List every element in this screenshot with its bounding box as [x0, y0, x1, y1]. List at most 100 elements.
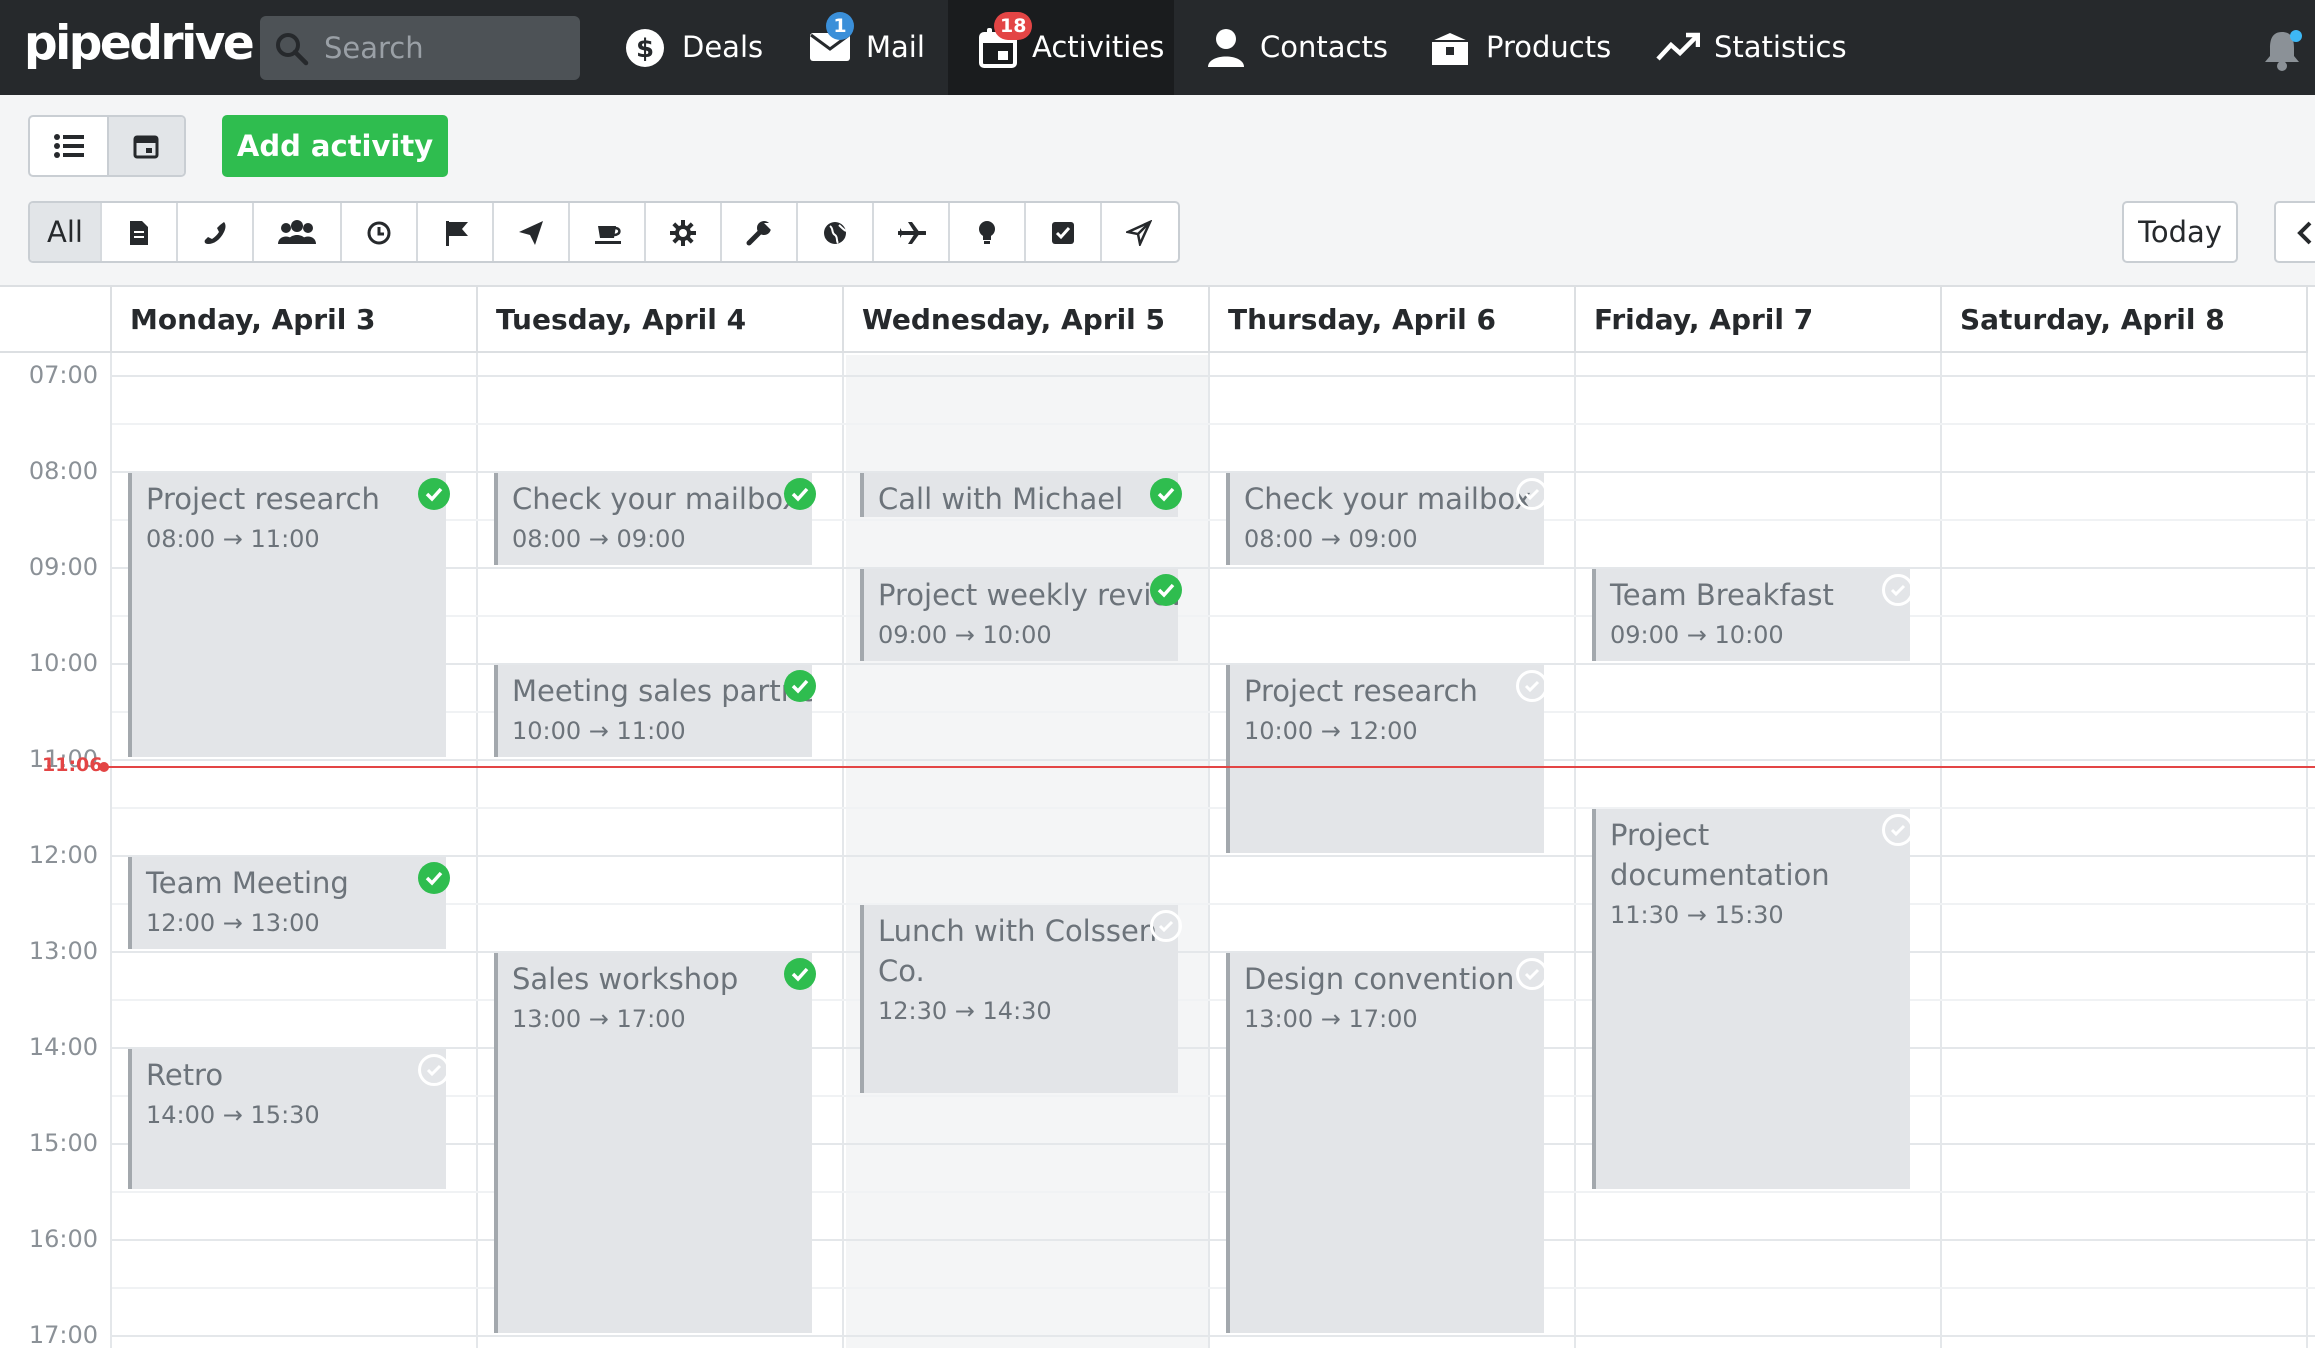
document-icon [130, 221, 148, 245]
event-title: Project weekly review [878, 578, 1178, 612]
search-placeholder: Search [324, 31, 424, 65]
hour-label: 07:00 [28, 361, 98, 389]
calendar-event[interactable]: Team Breakfast 09:00 → 10:00 [1592, 569, 1910, 661]
calendar-event[interactable]: Design convention 13:00 → 17:00 [1226, 953, 1544, 1333]
filter-idea-button[interactable] [950, 203, 1026, 261]
activities-badge: 18 [994, 12, 1033, 40]
done-check-icon[interactable] [1150, 574, 1182, 606]
event-title: Retro [146, 1058, 224, 1092]
hour-gridline [112, 375, 2315, 377]
filter-web-button[interactable] [798, 203, 874, 261]
calendar-event[interactable]: Team Meeting 12:00 → 13:00 [128, 857, 446, 949]
current-time-line [104, 766, 2315, 768]
nav-activities-label: Activities [1032, 30, 1165, 64]
current-time-label: 11:06 [42, 754, 103, 776]
filter-todo-button[interactable] [1026, 203, 1102, 261]
nav-products[interactable]: Products [1430, 0, 1612, 95]
mark-done-check-icon[interactable] [1882, 574, 1914, 606]
add-activity-button[interactable]: Add activity [222, 115, 448, 177]
event-time: 08:00 → 09:00 [512, 525, 686, 553]
filter-travel-button[interactable] [874, 203, 950, 261]
nav-contacts[interactable]: Contacts [1206, 0, 1388, 95]
filter-tools-button[interactable] [722, 203, 798, 261]
filter-flag-button[interactable] [418, 203, 494, 261]
calendar-icon [133, 135, 159, 159]
event-title: Team Meeting [146, 866, 349, 900]
nav-products-label: Products [1486, 30, 1612, 64]
nav-mail[interactable]: 1 Mail [808, 0, 938, 95]
checkbox-icon [1052, 222, 1074, 244]
calendar-event[interactable]: Retro 14:00 → 15:30 [128, 1049, 446, 1189]
box-icon [1432, 33, 1468, 65]
notification-dot [2290, 30, 2302, 42]
nav-statistics[interactable]: Statistics [1656, 0, 1847, 95]
mark-done-check-icon[interactable] [1882, 814, 1914, 846]
calendar-event[interactable]: Check your mailbox 08:00 → 09:00 [1226, 473, 1544, 565]
trend-icon [1656, 32, 1700, 61]
mark-done-check-icon[interactable] [1516, 478, 1548, 510]
event-time: 09:00 → 10:00 [1610, 621, 1784, 649]
filter-all-button[interactable]: All [30, 203, 102, 261]
column-divider [1208, 353, 1210, 1348]
event-title: Sales workshop [512, 962, 739, 996]
list-view-button[interactable] [30, 117, 107, 175]
half-hour-gridline [112, 1287, 2315, 1289]
coffee-icon [595, 226, 621, 244]
filter-email-button[interactable] [494, 203, 570, 261]
done-check-icon[interactable] [784, 478, 816, 510]
done-check-icon[interactable] [418, 478, 450, 510]
filter-deadline-button[interactable] [342, 203, 418, 261]
calendar-event[interactable]: Project research 10:00 → 12:00 [1226, 665, 1544, 853]
calendar-view-button[interactable] [107, 117, 184, 175]
lightbulb-icon [979, 221, 995, 244]
event-time: 13:00 → 17:00 [1244, 1005, 1418, 1033]
event-time: 10:00 → 12:00 [1244, 717, 1418, 745]
pipedrive-logo[interactable]: pipedrive [24, 16, 255, 71]
today-button[interactable]: Today [2122, 201, 2238, 263]
calendar-event[interactable]: Check your mailbox 08:00 → 09:00 [494, 473, 812, 565]
calendar-event[interactable]: Sales workshop 13:00 → 17:00 [494, 953, 812, 1333]
person-icon [1208, 29, 1244, 67]
mark-done-check-icon[interactable] [418, 1054, 450, 1086]
day-header[interactable]: Monday, April 3 [112, 287, 478, 353]
calendar-event[interactable]: Project research 08:00 → 11:00 [128, 473, 446, 757]
day-header[interactable]: Saturday, April 8 [1942, 287, 2308, 353]
day-header[interactable]: Tuesday, April 4 [478, 287, 844, 353]
calendar-event[interactable]: Call with Michael [860, 473, 1178, 517]
mark-done-check-icon[interactable] [1516, 670, 1548, 702]
day-header[interactable]: Wednesday, April 5 [844, 287, 1210, 353]
filter-lunch-button[interactable] [570, 203, 646, 261]
filter-task-button[interactable] [102, 203, 178, 261]
day-header[interactable]: Thursday, April 6 [1210, 287, 1576, 353]
previous-week-button[interactable] [2274, 201, 2315, 263]
group-icon [278, 220, 316, 244]
filter-paper-plane-button[interactable] [1102, 203, 1178, 261]
activities-toolbar: Add activity All Today [0, 95, 2315, 287]
filter-meeting-button[interactable] [254, 203, 342, 261]
done-check-icon[interactable] [1150, 478, 1182, 510]
calendar-event[interactable]: Project documentation 11:30 → 15:30 [1592, 809, 1910, 1189]
hour-label: 09:00 [28, 553, 98, 581]
mark-done-check-icon[interactable] [1150, 910, 1182, 942]
flag-icon [446, 221, 468, 246]
done-check-icon[interactable] [784, 958, 816, 990]
filter-call-button[interactable] [178, 203, 254, 261]
column-divider [1574, 353, 1576, 1348]
hour-label: 17:00 [28, 1321, 98, 1349]
calendar-event[interactable]: Lunch with Colssen Co. 12:30 → 14:30 [860, 905, 1178, 1093]
globe-icon [824, 222, 847, 244]
mark-done-check-icon[interactable] [1516, 958, 1548, 990]
day-header[interactable]: Friday, April 7 [1576, 287, 1942, 353]
mail-badge: 1 [826, 12, 854, 40]
nav-deals[interactable]: $ Deals [624, 0, 774, 95]
nav-activities[interactable]: 18 Activities [948, 0, 1174, 95]
column-divider [1940, 353, 1942, 1348]
calendar-event[interactable]: Meeting sales partner 10:00 → 11:00 [494, 665, 812, 757]
done-check-icon[interactable] [418, 862, 450, 894]
gear-icon [670, 220, 696, 246]
search-input[interactable]: Search [260, 16, 580, 80]
calendar-event[interactable]: Project weekly review 09:00 → 10:00 [860, 569, 1178, 661]
done-check-icon[interactable] [784, 670, 816, 702]
event-time: 13:00 → 17:00 [512, 1005, 686, 1033]
filter-settings-button[interactable] [646, 203, 722, 261]
